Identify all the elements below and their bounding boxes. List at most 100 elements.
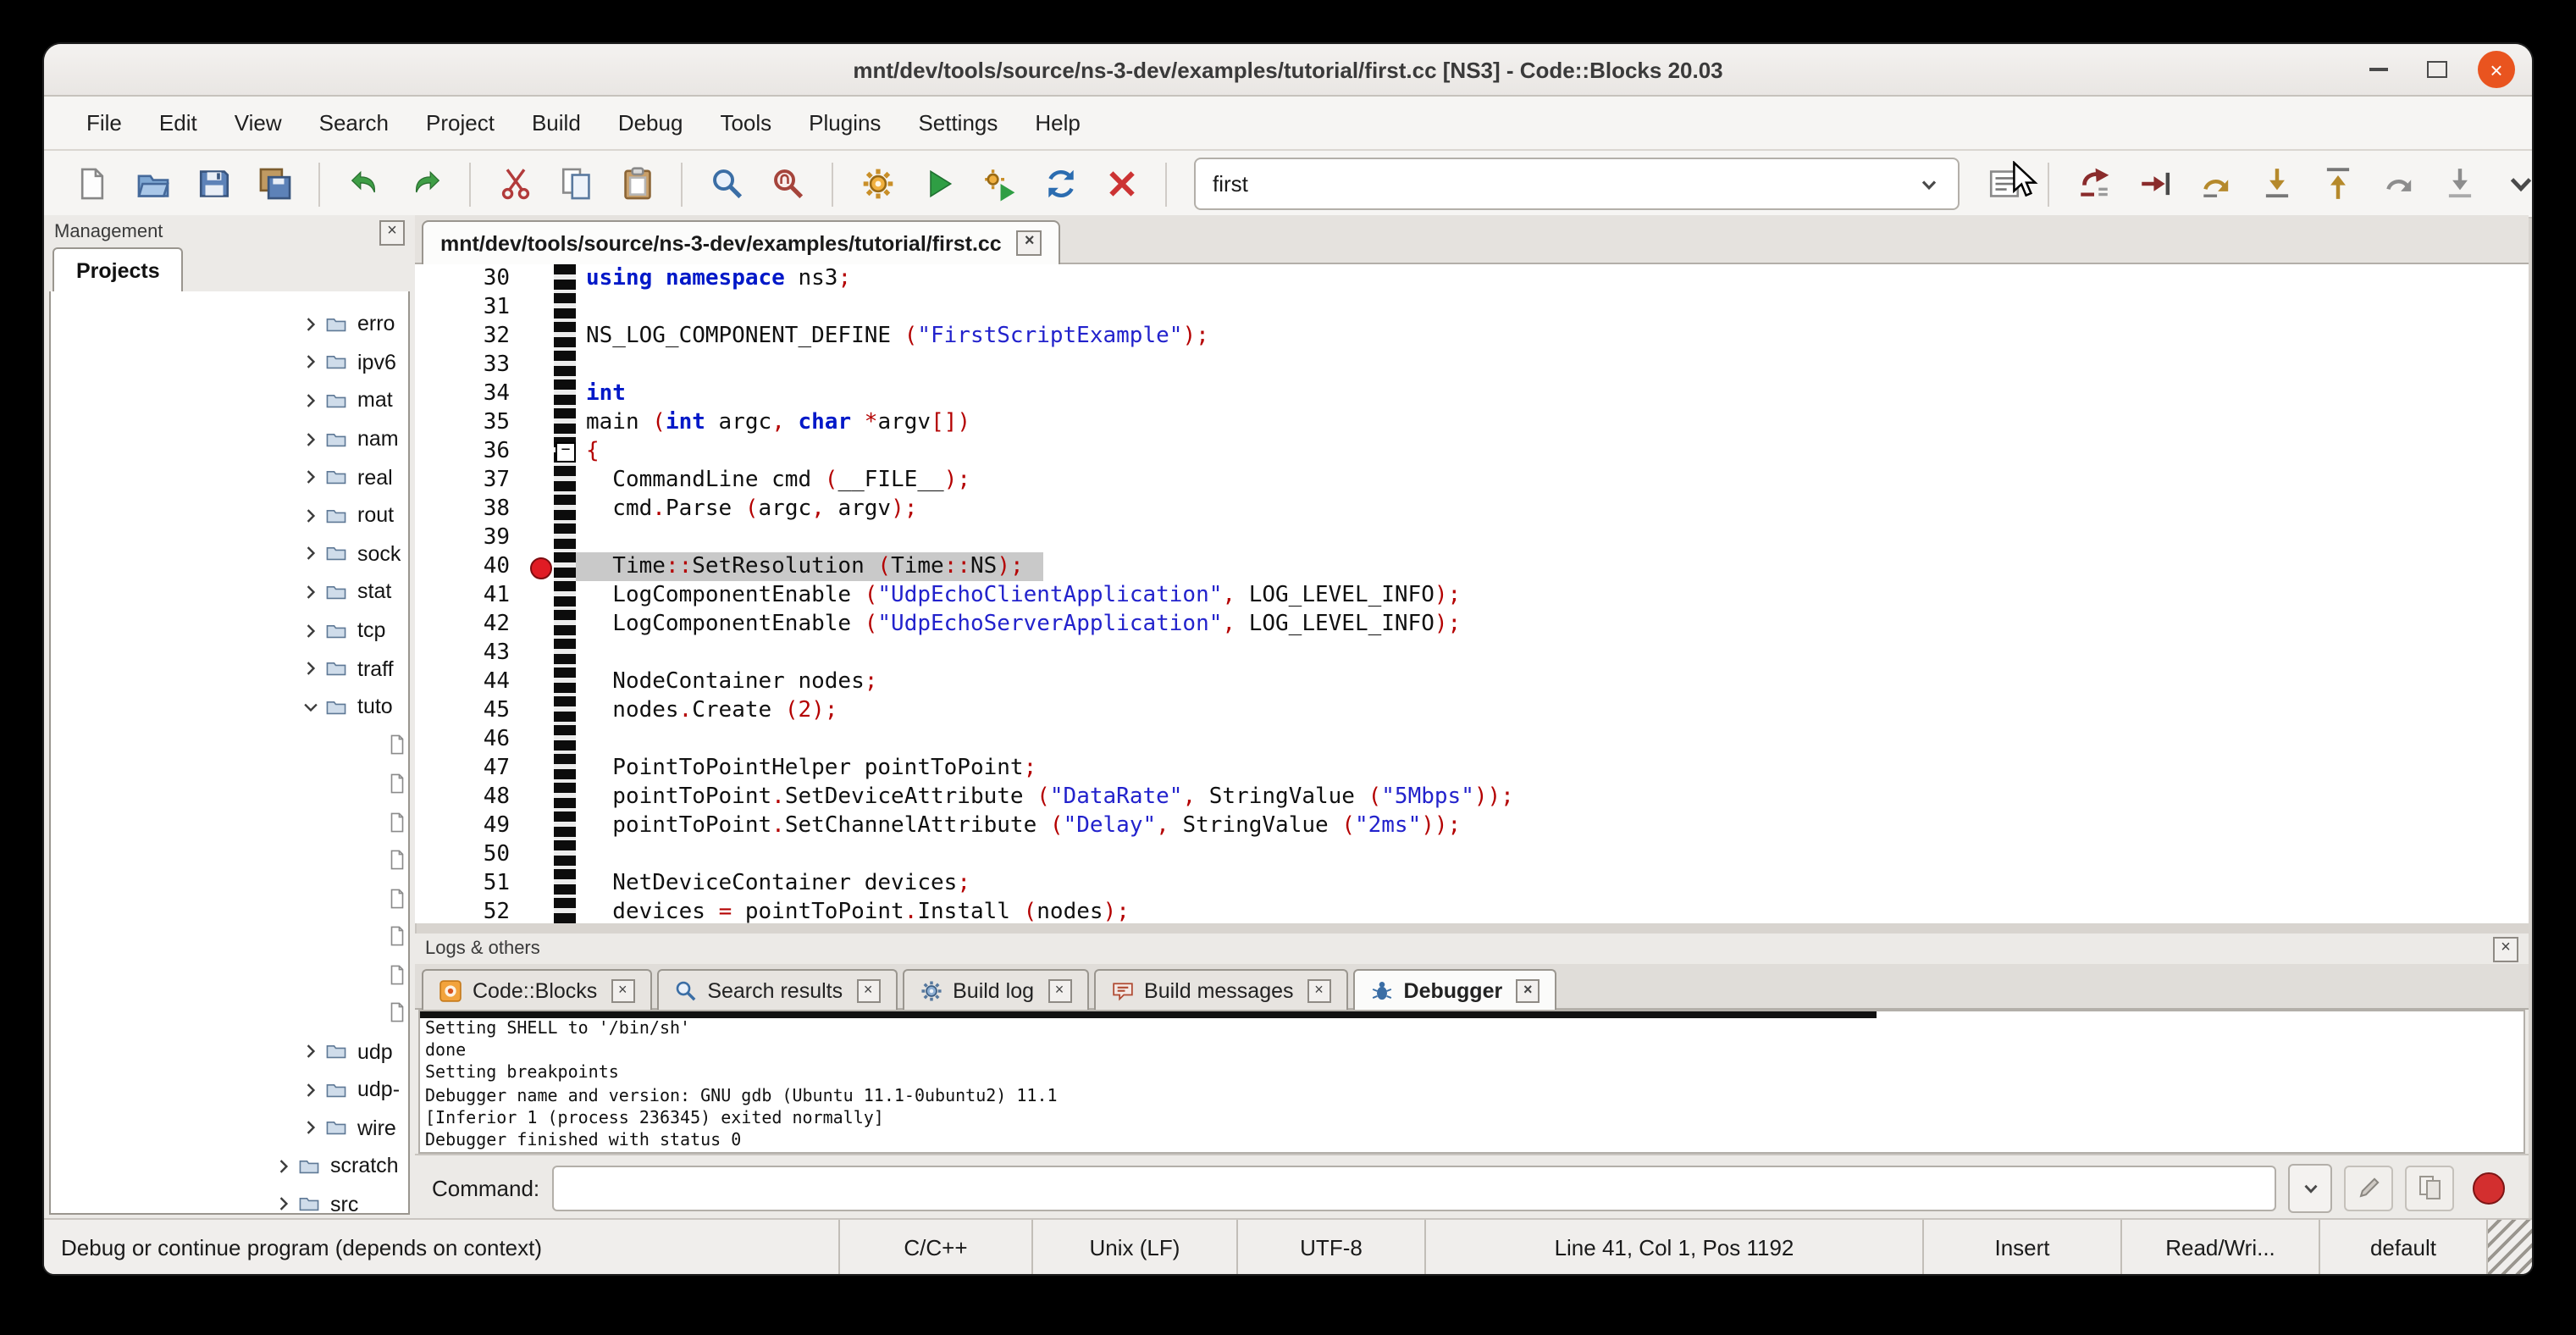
editor-tab[interactable]: mnt/dev/tools/source/ns-3-dev/examples/t… [422,220,1061,264]
tab-close-icon[interactable]: × [611,978,634,1002]
tree-item-fif[interactable]: fif [51,726,408,764]
new-file-button[interactable] [61,158,122,210]
tab-projects[interactable]: Projects [53,247,184,293]
breakpoint-margin[interactable] [527,379,554,408]
tab-build-log[interactable]: Build log× [902,969,1088,1010]
breakpoint-margin[interactable] [527,725,554,754]
maximize-button[interactable] [2418,51,2456,88]
chevron-right-icon[interactable] [301,583,325,601]
menu-plugins[interactable]: Plugins [790,103,899,142]
tree-item-nam[interactable]: nam [51,420,408,458]
tree-item-six[interactable]: six [51,956,408,994]
copy-log-button[interactable] [2405,1165,2454,1210]
next-instruction-button[interactable] [2368,158,2429,210]
edit-command-button[interactable] [2344,1165,2393,1210]
step-out-button[interactable] [2307,158,2368,210]
tree-item-stat[interactable]: stat [51,573,408,611]
undo-button[interactable] [334,158,395,210]
command-input[interactable] [551,1165,2276,1210]
toolbar-overflow-button[interactable] [2490,158,2532,210]
menu-edit[interactable]: Edit [141,103,216,142]
breakpoint-margin[interactable] [527,840,554,869]
breakpoint-margin[interactable] [527,812,554,840]
tree-item-wire[interactable]: wire [51,1109,408,1147]
menu-help[interactable]: Help [1016,103,1099,142]
breakpoint-margin[interactable] [527,898,554,923]
breakpoint-marker[interactable] [530,557,552,579]
menu-debug[interactable]: Debug [600,103,702,142]
menu-view[interactable]: View [216,103,301,142]
chevron-right-icon[interactable] [301,315,325,334]
close-button[interactable]: × [2478,51,2515,88]
chevron-right-icon[interactable] [301,1119,325,1138]
chevron-right-icon[interactable] [301,1042,325,1061]
breakpoint-margin[interactable] [527,610,554,639]
logs-close-icon[interactable]: × [2493,936,2518,961]
tree-item-mat[interactable]: mat [51,381,408,419]
replace-button[interactable] [757,158,818,210]
tree-item-rout[interactable]: rout [51,496,408,535]
chevron-right-icon[interactable] [274,1157,298,1176]
abort-button[interactable] [1091,158,1152,210]
rebuild-button[interactable] [1030,158,1091,210]
chevron-right-icon[interactable] [301,545,325,563]
tree-item-scratch[interactable]: scratch [51,1147,408,1185]
chevron-right-icon[interactable] [274,1195,298,1214]
breakpoint-margin[interactable] [527,408,554,437]
paste-button[interactable] [606,158,667,210]
code-area[interactable]: 30using namespace ns3;3132NS_LOG_COMPONE… [415,264,2529,923]
build-and-run-button[interactable] [969,158,1030,210]
breakpoint-margin[interactable] [527,264,554,293]
breakpoint-margin[interactable] [527,437,554,466]
tree-item-fir[interactable]: fir [51,764,408,802]
run-to-cursor-button[interactable] [2124,158,2185,210]
run-button[interactable] [908,158,969,210]
tab-search-results[interactable]: Search results× [656,969,897,1010]
tree-item-udp[interactable]: udp [51,1033,408,1071]
debug-continue-button[interactable] [2063,158,2124,210]
chevron-down-icon[interactable] [301,697,325,716]
chevron-right-icon[interactable] [301,391,325,410]
redo-button[interactable] [395,158,456,210]
search-combo[interactable]: first [1194,158,1960,210]
command-history-dropdown[interactable] [2288,1163,2332,1212]
tab-code-blocks[interactable]: Code::Blocks× [422,969,651,1010]
minimize-button[interactable] [2359,51,2396,88]
menu-project[interactable]: Project [407,103,513,142]
chevron-right-icon[interactable] [301,353,325,372]
breakpoint-margin[interactable] [527,581,554,610]
tree-item-traff[interactable]: traff [51,650,408,688]
breakpoint-margin[interactable] [527,523,554,552]
breakpoint-margin[interactable] [527,783,554,812]
menu-settings[interactable]: Settings [899,103,1016,142]
breakpoint-margin[interactable] [527,754,554,783]
step-into-instruction-button[interactable] [2429,158,2490,210]
build-button[interactable] [847,158,908,210]
stop-debugger-button[interactable] [2473,1172,2505,1204]
breakpoint-margin[interactable] [527,552,554,581]
tree-item-real[interactable]: real [51,458,408,496]
copy-button[interactable] [545,158,606,210]
tree-item-ipv6[interactable]: ipv6 [51,343,408,381]
chevron-right-icon[interactable] [301,468,325,486]
tree-item-he[interactable]: he [51,841,408,879]
breakpoint-margin[interactable] [527,495,554,523]
menu-file[interactable]: File [68,103,141,142]
breakpoint-margin[interactable] [527,668,554,696]
save-all-button[interactable] [244,158,305,210]
chevron-right-icon[interactable] [301,429,325,448]
breakpoint-margin[interactable] [527,351,554,379]
tab-close-icon[interactable]: × [1048,978,1071,1002]
tab-close-icon[interactable]: × [856,978,880,1002]
tree-item-src[interactable]: src [51,1185,408,1215]
editor-tab-close-icon[interactable]: × [1017,230,1042,256]
tab-debugger[interactable]: Debugger× [1353,969,1557,1010]
tree-item-tuto[interactable]: tuto [51,688,408,726]
next-line-button[interactable] [2185,158,2246,210]
tree-item-udp-[interactable]: udp- [51,1071,408,1109]
titlebar[interactable]: mnt/dev/tools/source/ns-3-dev/examples/t… [44,44,2532,97]
chevron-right-icon[interactable] [301,621,325,640]
open-file-button[interactable] [122,158,183,210]
menu-build[interactable]: Build [513,103,600,142]
tree-item-fo[interactable]: fo [51,802,408,840]
